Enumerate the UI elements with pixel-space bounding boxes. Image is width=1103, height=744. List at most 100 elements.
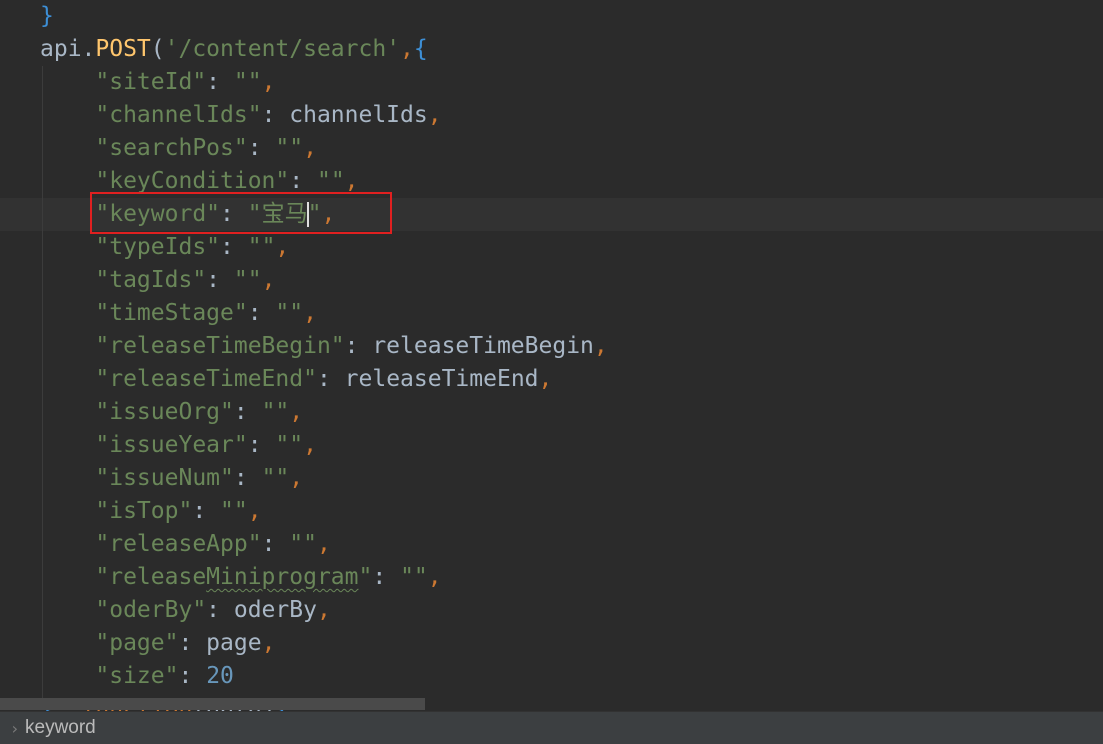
code-token: , — [593, 333, 608, 359]
code-line[interactable]: "releaseApp": "", — [40, 528, 331, 561]
code-token: , — [303, 135, 317, 161]
code-token: : — [178, 663, 207, 689]
code-token: : releaseTimeBegin — [344, 333, 594, 359]
code-token: POST — [95, 36, 151, 62]
breadcrumb-bar: › keyword — [0, 711, 1103, 744]
code-token: : — [247, 300, 276, 326]
code-token: : — [233, 399, 262, 425]
code-line[interactable]: "issueOrg": "", — [40, 396, 303, 429]
code-line[interactable]: "releaseTimeBegin": releaseTimeBegin, — [40, 330, 608, 363]
code-token: "size" — [95, 663, 179, 689]
code-token: "" — [316, 168, 345, 194]
code-token: " — [358, 564, 373, 590]
code-line[interactable]: "siteId": "", — [40, 66, 275, 99]
code-line[interactable]: "issueNum": "", — [40, 462, 303, 495]
code-token: "" — [275, 432, 304, 458]
code-token: : — [247, 135, 276, 161]
code-token: "searchPos" — [95, 135, 248, 161]
code-token: : channelIds — [261, 102, 428, 128]
code-line[interactable]: "page": page, — [40, 627, 275, 660]
code-line[interactable]: "isTop": "", — [40, 495, 261, 528]
code-token: , — [289, 465, 304, 491]
code-line[interactable]: "tagIds": "", — [40, 264, 275, 297]
code-token: "" — [233, 267, 262, 293]
code-token: "" — [233, 69, 262, 95]
code-token: "releaseApp" — [95, 531, 262, 557]
code-token: , — [316, 531, 331, 557]
code-token: : — [206, 267, 234, 293]
code-token: { — [413, 36, 428, 62]
breadcrumb-item-keyword[interactable]: keyword — [25, 717, 96, 739]
code-token: "" — [220, 498, 248, 524]
code-token: , — [538, 366, 553, 392]
code-line[interactable]: "releaseMiniprogram": "", — [40, 561, 442, 594]
horizontal-scrollbar[interactable] — [0, 698, 425, 710]
code-token: "" — [247, 234, 276, 260]
code-line[interactable]: "channelIds": channelIds, — [40, 99, 442, 132]
code-token: "keyCondition" — [95, 168, 290, 194]
code-line[interactable]: "oderBy": oderBy, — [40, 594, 330, 627]
code-token: "" — [261, 465, 290, 491]
code-token: , — [400, 36, 414, 62]
code-token: "" — [289, 531, 317, 557]
code-token: Miniprogram — [206, 564, 359, 590]
code-token: "issueNum" — [95, 465, 234, 491]
code-token: "" — [261, 399, 290, 425]
code-token: , — [427, 564, 442, 590]
code-token: , — [303, 300, 317, 326]
code-token: "" — [275, 300, 304, 326]
code-line[interactable]: "searchPos": "", — [40, 132, 317, 165]
code-token: : releaseTimeEnd — [316, 366, 539, 392]
code-token: : — [220, 234, 248, 260]
code-line[interactable]: } — [40, 0, 54, 33]
code-token: '/content/search' — [164, 36, 401, 62]
code-line[interactable]: api.POST('/content/search',{ — [40, 33, 428, 66]
code-token: "isTop" — [95, 498, 193, 524]
code-token: : — [261, 531, 290, 557]
code-token: : — [206, 69, 234, 95]
code-token: "timeStage" — [95, 300, 248, 326]
chevron-right-icon: › — [11, 718, 18, 738]
code-token: : — [247, 432, 276, 458]
code-line[interactable]: "size": 20 — [40, 660, 234, 693]
code-line[interactable]: "issueYear": "", — [40, 429, 317, 462]
code-line[interactable]: "typeIds": "", — [40, 231, 289, 264]
code-token: , — [289, 399, 304, 425]
code-token: , — [275, 234, 290, 260]
code-line[interactable]: "timeStage": "", — [40, 297, 317, 330]
code-token: "siteId" — [95, 69, 207, 95]
code-token: "oderBy" — [95, 597, 207, 623]
code-token: ( — [150, 36, 165, 62]
code-token: "" — [275, 135, 304, 161]
code-token: : oderBy — [206, 597, 317, 623]
code-token: : — [233, 465, 262, 491]
code-token: } — [40, 3, 54, 29]
code-token: , — [427, 102, 442, 128]
code-token: : — [372, 564, 401, 590]
code-token: , — [303, 432, 317, 458]
code-line[interactable]: "releaseTimeEnd": releaseTimeEnd, — [40, 363, 552, 396]
code-token: "typeIds" — [95, 234, 221, 260]
code-token: "releaseTimeEnd" — [95, 366, 317, 392]
code-editor[interactable]: } api.POST('/content/search',{ "siteId": … — [0, 0, 1103, 711]
code-token: , — [261, 630, 276, 656]
code-token: "" — [400, 564, 428, 590]
code-token: "issueOrg" — [95, 399, 234, 425]
code-token: "releaseTimeBegin" — [95, 333, 345, 359]
